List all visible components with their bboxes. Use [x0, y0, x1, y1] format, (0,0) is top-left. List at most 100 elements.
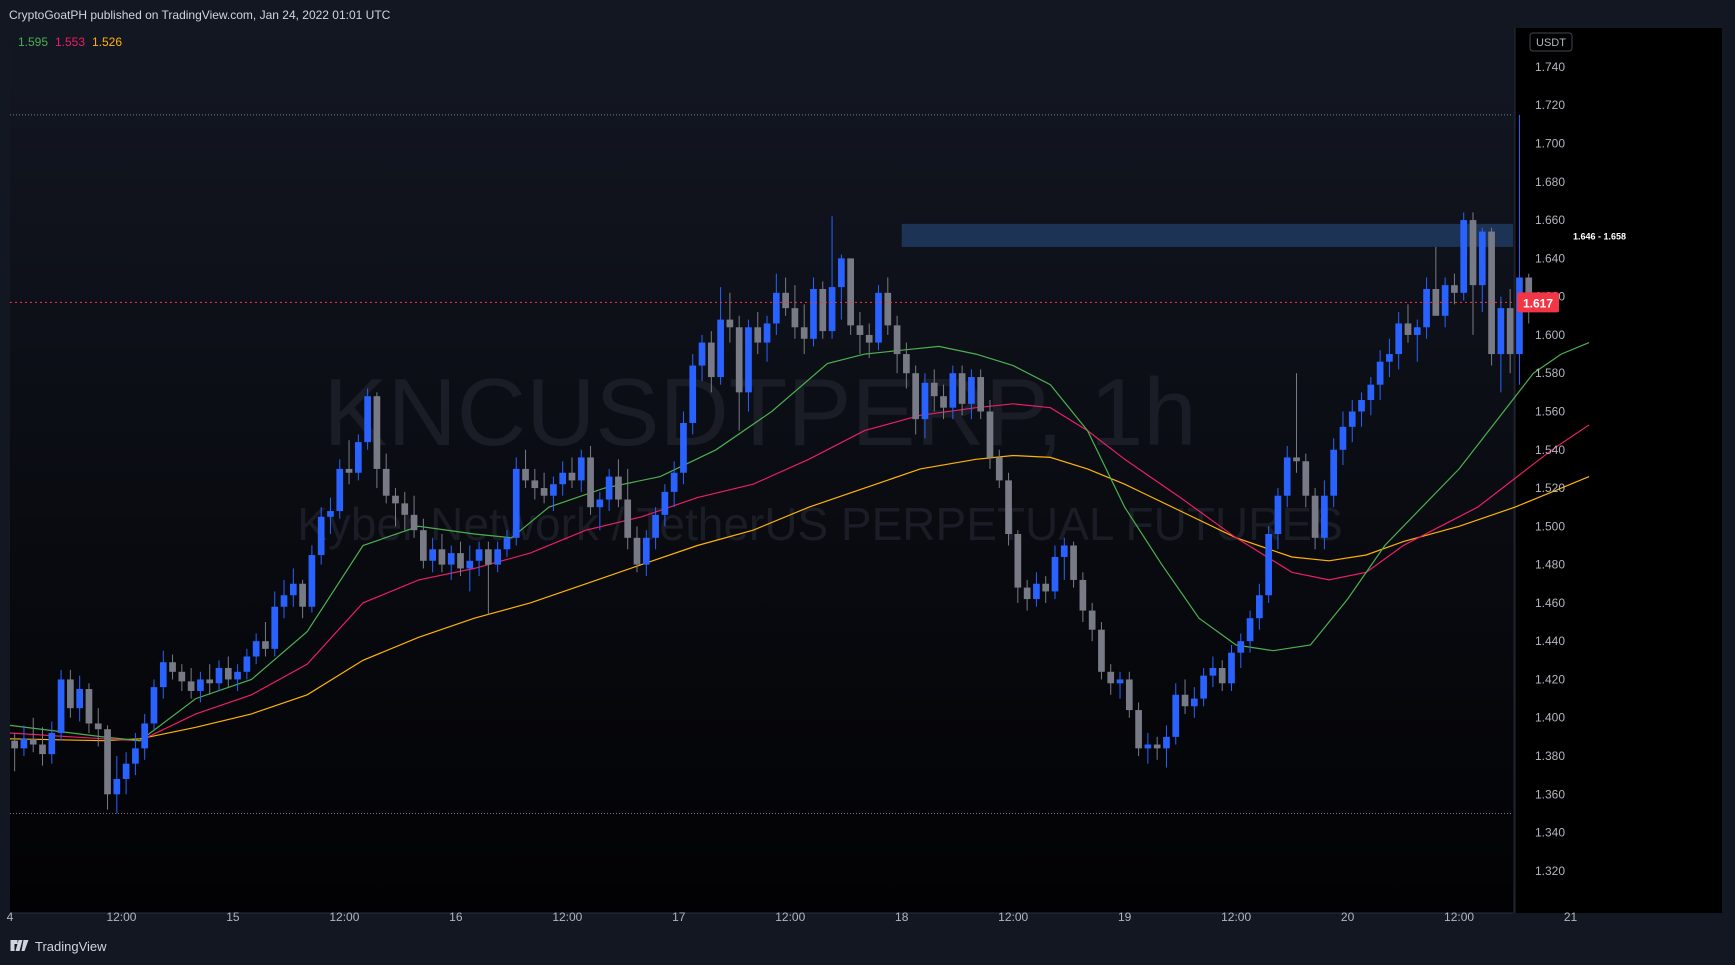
candle-body[interactable] [1098, 629, 1105, 672]
supply-zone[interactable] [901, 223, 1513, 247]
candle-body[interactable] [735, 327, 743, 393]
candle-body[interactable] [633, 537, 641, 565]
candle-body[interactable] [420, 530, 427, 561]
candle-body[interactable] [1339, 426, 1347, 450]
candle-body[interactable] [373, 396, 381, 469]
candle-body[interactable] [1088, 610, 1096, 630]
candle-body[interactable] [522, 468, 529, 481]
candle-body[interactable] [234, 671, 241, 680]
candle-body[interactable] [1441, 285, 1449, 316]
candle-body[interactable] [67, 679, 74, 709]
candle-body[interactable] [1042, 583, 1050, 592]
candle-body[interactable] [1023, 587, 1031, 600]
candle-body[interactable] [94, 723, 102, 730]
candle-body[interactable] [159, 662, 167, 688]
candle-body[interactable] [624, 499, 632, 538]
candle-body[interactable] [178, 671, 186, 682]
candle-body[interactable] [1395, 323, 1403, 355]
candle-body[interactable] [1237, 641, 1245, 653]
candle-body[interactable] [1404, 323, 1412, 335]
candle-body[interactable] [772, 292, 780, 324]
candle-body[interactable] [1274, 495, 1282, 534]
candle-body[interactable] [1033, 583, 1040, 600]
candle-body[interactable] [698, 342, 706, 366]
candle-body[interactable] [122, 763, 130, 779]
candle-body[interactable] [1283, 457, 1291, 496]
candle-body[interactable] [930, 382, 938, 397]
candle-body[interactable] [141, 723, 149, 749]
candle-body[interactable] [48, 733, 56, 755]
candle-body[interactable] [810, 288, 817, 339]
candle-body[interactable] [327, 511, 334, 517]
candle-body[interactable] [1506, 308, 1514, 355]
candlestick-chart[interactable]: KNCUSDTPERP, 1h Kyber Network / TetherUS … [0, 0, 1735, 930]
candle-body[interactable] [689, 365, 697, 423]
candle-body[interactable] [1228, 652, 1235, 684]
candle-body[interactable] [1478, 231, 1486, 286]
candle-body[interactable] [345, 468, 353, 473]
candle-body[interactable] [20, 738, 28, 749]
candle-body[interactable] [1209, 667, 1217, 676]
candle-body[interactable] [550, 484, 557, 496]
candle-body[interactable] [1451, 285, 1458, 293]
candle-body[interactable] [1311, 495, 1319, 538]
candle-body[interactable] [903, 354, 910, 374]
candle-body[interactable] [243, 656, 251, 672]
candle-body[interactable] [754, 327, 762, 343]
candle-body[interactable] [977, 377, 985, 412]
candle-body[interactable] [382, 468, 390, 496]
candle-body[interactable] [1060, 545, 1068, 557]
candle-body[interactable] [642, 537, 650, 565]
candle-body[interactable] [949, 373, 957, 408]
candle-body[interactable] [893, 325, 901, 355]
candle-body[interactable] [680, 422, 687, 473]
candle-body[interactable] [1218, 667, 1226, 684]
candle-body[interactable] [847, 258, 854, 326]
candle-body[interactable] [995, 457, 1003, 481]
candle-body[interactable] [39, 744, 46, 755]
candle-body[interactable] [1116, 679, 1124, 684]
candle-body[interactable] [1460, 220, 1468, 293]
candle-body[interactable] [317, 516, 325, 556]
candle-body[interactable] [940, 396, 947, 408]
candle-body[interactable] [224, 667, 232, 680]
candle-body[interactable] [271, 606, 279, 649]
candle-body[interactable] [132, 748, 139, 764]
candle-body[interactable] [1172, 694, 1180, 737]
candle-body[interactable] [968, 377, 975, 404]
candle-body[interactable] [429, 549, 436, 561]
candle-body[interactable] [912, 373, 920, 420]
candle-body[interactable] [466, 560, 474, 569]
candle-body[interactable] [596, 499, 604, 508]
candle-body[interactable] [1200, 675, 1207, 699]
candle-body[interactable] [57, 679, 65, 734]
candle-body[interactable] [1107, 671, 1115, 684]
candle-body[interactable] [512, 468, 520, 538]
candle-body[interactable] [670, 472, 678, 492]
candle-body[interactable] [819, 288, 827, 332]
candle-body[interactable] [921, 382, 929, 420]
candle-body[interactable] [85, 689, 93, 724]
candle-body[interactable] [503, 537, 511, 550]
candle-body[interactable] [104, 729, 111, 795]
candle-body[interactable] [29, 738, 37, 745]
candle-body[interactable] [401, 503, 409, 515]
candle-body[interactable] [1497, 308, 1505, 355]
candle-body[interactable] [828, 287, 836, 332]
candle-body[interactable] [1330, 449, 1338, 496]
candle-body[interactable] [197, 679, 204, 691]
candle-body[interactable] [1469, 220, 1477, 286]
candle-body[interactable] [280, 595, 288, 607]
candle-body[interactable] [1265, 533, 1272, 596]
candle-body[interactable] [1181, 694, 1189, 707]
candle-body[interactable] [1321, 495, 1328, 538]
candle-body[interactable] [745, 327, 752, 393]
candle-body[interactable] [438, 549, 446, 565]
candle-body[interactable] [540, 488, 548, 496]
candle-body[interactable] [559, 472, 567, 485]
candle-body[interactable] [1079, 579, 1087, 611]
candle-body[interactable] [707, 342, 715, 378]
candle-body[interactable] [1376, 361, 1384, 385]
candle-body[interactable] [661, 491, 669, 515]
candle-body[interactable] [1125, 679, 1133, 711]
